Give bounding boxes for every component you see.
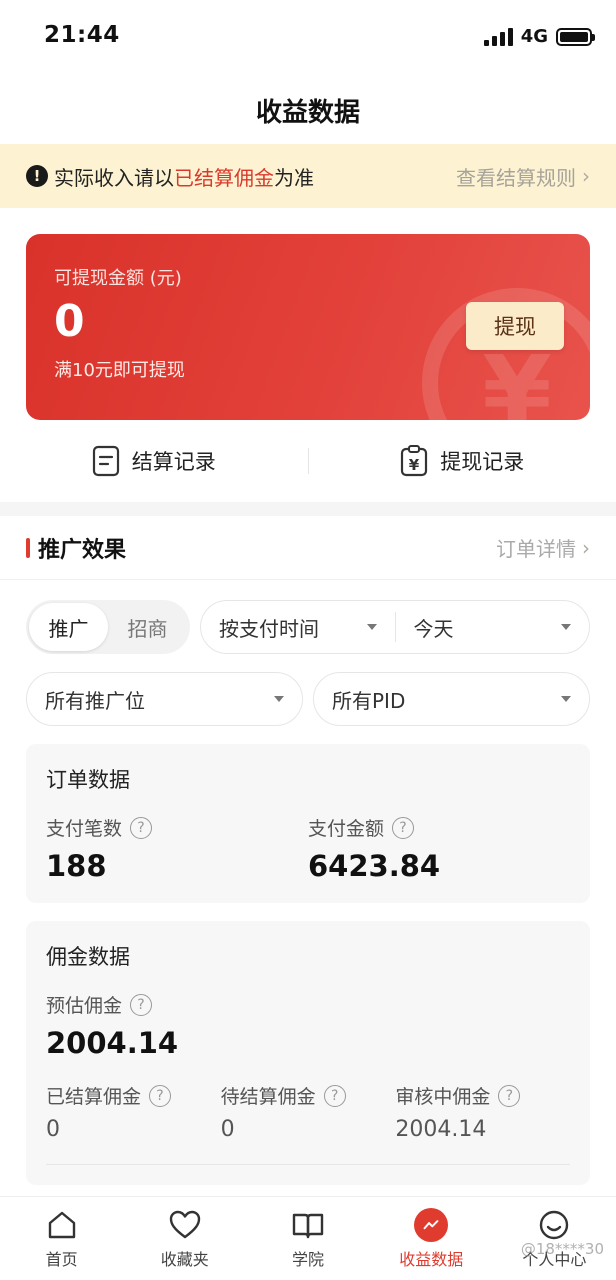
estimated-commission-label: 预估佣金 — [46, 995, 123, 1017]
help-icon[interactable]: ? — [149, 1084, 172, 1107]
card-divider — [46, 1164, 570, 1165]
promotion-title-text: 推广效果 — [38, 537, 127, 563]
notice-highlight: 已结算佣金 — [174, 165, 274, 190]
status-bar: 21:44 4G — [0, 0, 616, 76]
tab-profile[interactable]: 个人中心 — [493, 1197, 616, 1280]
status-time: 21:44 — [44, 22, 120, 48]
pid-label: 所有PID — [332, 688, 406, 713]
promotion-header: 推广效果 订单详情 › — [0, 516, 616, 580]
records-bar: 结算记录 ¥ 提现记录 — [0, 420, 616, 502]
segment-merchant[interactable]: 招商 — [108, 603, 187, 651]
type-segment: 推广 招商 — [26, 600, 190, 654]
home-icon — [48, 1211, 75, 1238]
time-type-select[interactable]: 按支付时间 — [201, 601, 395, 653]
notice-banner: ! 实际收入请以 已结算佣金 为准 查看结算规则 › — [0, 144, 616, 208]
network-label: 4G — [520, 26, 548, 47]
reviewing-commission-label: 审核中佣金 — [395, 1086, 491, 1108]
position-select[interactable]: 所有推广位 — [26, 672, 303, 726]
pid-select[interactable]: 所有PID — [313, 672, 590, 726]
segment-promotion[interactable]: 推广 — [29, 603, 108, 651]
commission-data-title: 佣金数据 — [46, 945, 130, 969]
help-icon[interactable]: ? — [392, 816, 415, 839]
caret-down-icon — [366, 624, 377, 630]
clipboard-yuan-icon: ¥ — [401, 445, 428, 477]
chevron-right-icon: › — [582, 535, 590, 560]
document-icon — [92, 445, 119, 477]
promotion-title: 推广效果 — [26, 532, 126, 564]
tab-home[interactable]: 首页 — [0, 1197, 123, 1280]
svg-text:¥: ¥ — [409, 456, 420, 474]
smile-icon — [540, 1210, 569, 1239]
notice-text: ! 实际收入请以 已结算佣金 为准 — [26, 162, 314, 191]
title-accent-bar — [26, 537, 30, 558]
reviewing-commission-stat: 审核中佣金 ? 2004.14 — [395, 1082, 570, 1142]
withdraw-record-button[interactable]: ¥ 提现记录 — [309, 445, 616, 477]
tab-favorites[interactable]: 收藏夹 — [123, 1197, 246, 1280]
caret-down-icon — [561, 696, 571, 702]
notice-text-before: 实际收入请以 — [54, 165, 174, 190]
reviewing-commission-value: 2004.14 — [395, 1117, 487, 1142]
withdraw-button[interactable]: 提现 — [466, 302, 564, 350]
page-title: 收益数据 — [255, 97, 360, 128]
section-gap — [0, 502, 616, 516]
order-data-card: 订单数据 支付笔数 ? 188 支付金额 ? 6423.84 — [26, 744, 590, 903]
withdraw-record-label: 提现记录 — [440, 450, 525, 474]
chevron-right-icon: › — [582, 164, 590, 188]
signal-icon — [483, 27, 513, 46]
date-range-select[interactable]: 今天 — [396, 601, 590, 653]
tab-home-label: 首页 — [45, 1249, 78, 1269]
pending-commission-label: 待结算佣金 — [220, 1086, 316, 1108]
heart-icon — [169, 1210, 200, 1238]
tab-academy-label: 学院 — [292, 1249, 325, 1269]
status-icons: 4G — [483, 26, 595, 47]
filters: 推广 招商 按支付时间 今天 所有推广位 所有PID — [0, 580, 616, 726]
date-range-label: 今天 — [413, 616, 454, 641]
pay-count-label: 支付笔数 — [46, 818, 123, 840]
watermark: @18****30 — [520, 1240, 604, 1258]
balance-card: ¥ 可提现金额 (元) 0 满10元即可提现 提现 — [26, 234, 590, 420]
pay-amount-label: 支付金额 — [308, 818, 385, 840]
order-detail-label: 订单详情 — [496, 537, 576, 561]
pay-amount-value: 6423.84 — [308, 849, 441, 883]
settled-commission-value: 0 — [46, 1117, 60, 1142]
commission-data-card: 佣金数据 预估佣金 ? 2004.14 已结算佣金 ? 0 待结算佣金 ? 0 … — [26, 921, 590, 1185]
estimated-commission-label-row: 预估佣金 ? — [46, 991, 570, 1018]
tab-favorites-label: 收藏夹 — [160, 1249, 209, 1269]
time-filter: 按支付时间 今天 — [200, 600, 590, 654]
warning-icon: ! — [26, 165, 48, 187]
settlement-rules-link[interactable]: 查看结算规则 › — [456, 162, 590, 191]
position-label: 所有推广位 — [45, 688, 145, 713]
pay-count-value: 188 — [46, 849, 107, 883]
order-data-title: 订单数据 — [46, 768, 130, 792]
settlement-record-label: 结算记录 — [131, 450, 216, 474]
tab-academy[interactable]: 学院 — [246, 1197, 369, 1280]
caret-down-icon — [561, 624, 571, 630]
tab-earnings-label: 收益数据 — [399, 1249, 464, 1269]
tab-earnings[interactable]: 收益数据 — [370, 1197, 493, 1280]
caret-down-icon — [274, 696, 284, 702]
settlement-rules-label: 查看结算规则 — [456, 165, 576, 190]
settlement-record-button[interactable]: 结算记录 — [0, 445, 308, 477]
pay-amount-stat: 支付金额 ? 6423.84 — [308, 814, 570, 883]
help-icon[interactable]: ? — [323, 1084, 346, 1107]
balance-label: 可提现金额 (元) — [54, 268, 182, 289]
nav-bar: 收益数据 — [0, 76, 616, 144]
book-icon — [292, 1213, 324, 1238]
estimated-commission-value: 2004.14 — [46, 1026, 179, 1060]
time-type-label: 按支付时间 — [219, 616, 319, 641]
pending-commission-stat: 待结算佣金 ? 0 — [221, 1082, 396, 1142]
settled-commission-label: 已结算佣金 — [46, 1086, 142, 1108]
help-icon[interactable]: ? — [130, 993, 153, 1016]
order-detail-link[interactable]: 订单详情 › — [496, 533, 590, 562]
help-icon[interactable]: ? — [498, 1084, 521, 1107]
battery-icon — [556, 27, 595, 46]
pending-commission-value: 0 — [220, 1117, 235, 1142]
notice-text-after: 为准 — [274, 165, 314, 190]
help-icon[interactable]: ? — [130, 816, 153, 839]
pay-count-stat: 支付笔数 ? 188 — [46, 814, 308, 883]
trend-icon — [414, 1207, 449, 1242]
settled-commission-stat: 已结算佣金 ? 0 — [46, 1082, 221, 1142]
bottom-tab-bar: 首页 收藏夹 学院 收益数据 个人中心 @18****30 — [0, 1196, 616, 1280]
